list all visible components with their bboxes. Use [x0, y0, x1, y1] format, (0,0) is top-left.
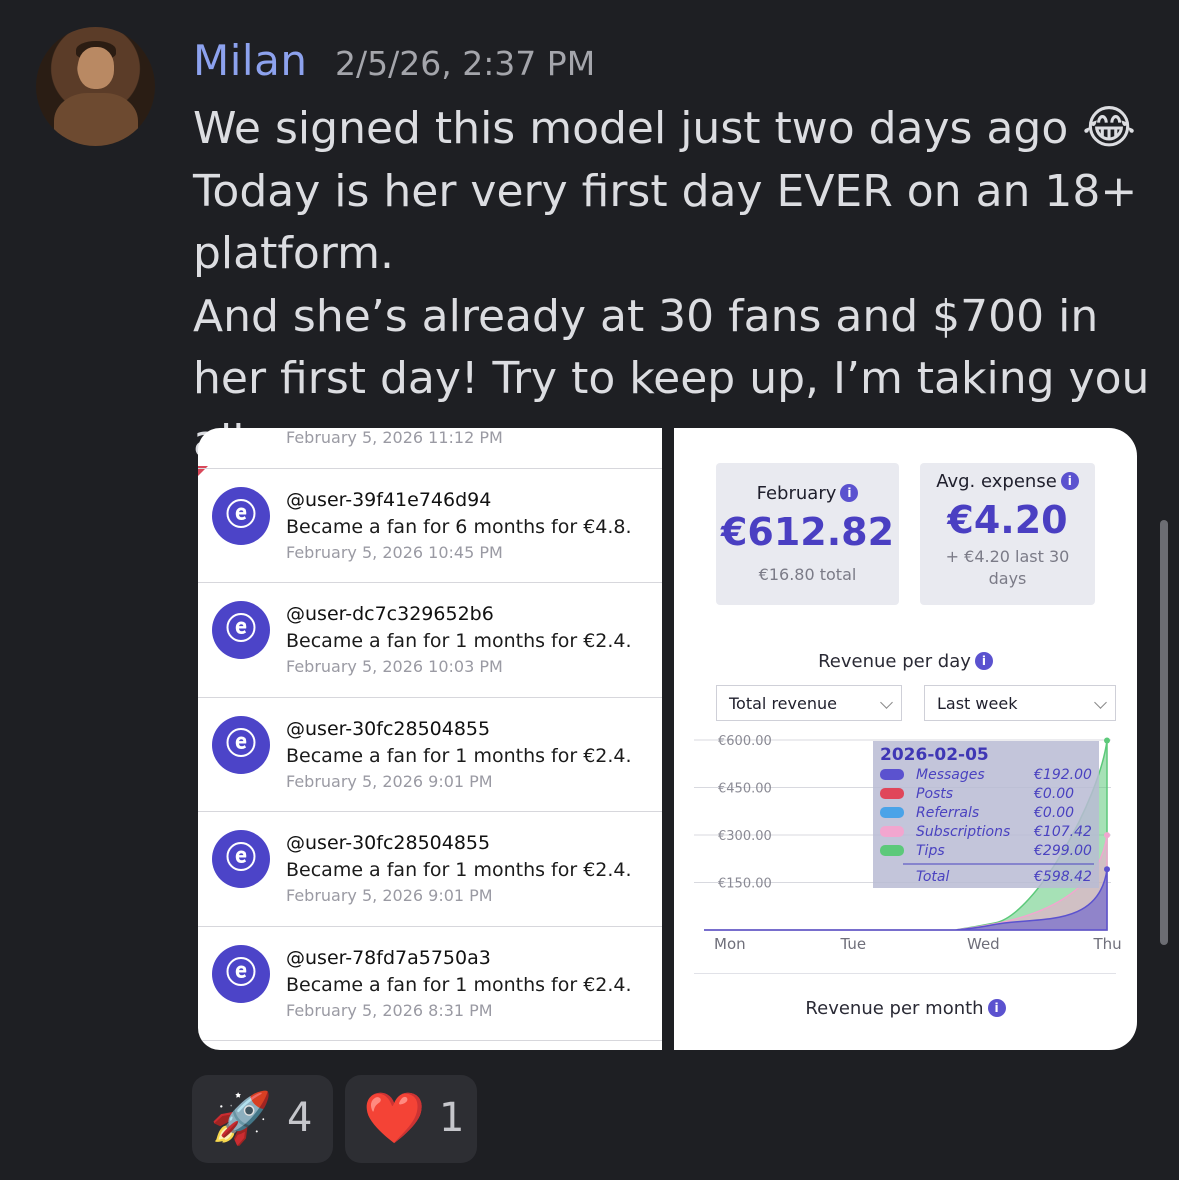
info-icon: i [840, 484, 859, 502]
period-value: Last week [937, 694, 1018, 713]
avatar-face [78, 47, 114, 89]
x-tick-label: Wed [967, 935, 1000, 953]
fan-description: Became a fan for 1 months for €2.4. [286, 630, 632, 652]
reaction-count: 4 [287, 1095, 313, 1141]
fan-date: February 5, 2026 9:01 PM [286, 772, 493, 791]
x-tick-label: Thu [1093, 935, 1122, 953]
card-title: February i [716, 483, 899, 504]
chevron-down-icon [1094, 696, 1107, 709]
rocket-icon: 🚀 [210, 1089, 273, 1147]
card-title: Avg. expense i [920, 471, 1095, 492]
chat-scrollbar[interactable] [1160, 520, 1168, 945]
tooltip-label: Subscriptions [916, 824, 1010, 840]
tooltip-legend-swatch [880, 826, 904, 837]
fan-date: February 5, 2026 10:03 PM [286, 657, 503, 676]
y-tick-label: €600.00 [718, 734, 772, 749]
info-icon: i [987, 999, 1006, 1017]
reaction-count: 1 [439, 1095, 465, 1141]
fan-list-item: ⓔ @user-dc7c329652b6 Became a fan for 1 … [198, 582, 662, 697]
reaction-rocket-button[interactable]: 🚀 4 [192, 1075, 333, 1163]
revenue-metric-select[interactable]: Total revenue [716, 685, 902, 721]
tooltip-label: Posts [916, 786, 953, 802]
attachment-revenue-screenshot[interactable]: February i €612.82 €16.80 total Avg. expe… [674, 428, 1137, 1050]
x-tick-label: Tue [840, 935, 867, 953]
tooltip-label: Tips [916, 843, 945, 859]
tooltip-total-value: €598.42 [1033, 869, 1092, 885]
avatar-body [54, 93, 138, 146]
tooltip-label: Messages [916, 767, 985, 783]
avg-expense-change: + €4.20 last 30 days [945, 547, 1070, 588]
revenue-per-day-title: Revenue per day i [674, 651, 1137, 672]
tooltip-value: €107.42 [1033, 824, 1092, 840]
fan-username: @user-30fc28504855 [286, 832, 491, 854]
info-icon: i [974, 652, 993, 670]
tooltip-label: Referrals [916, 805, 979, 821]
tooltip-legend-swatch [880, 788, 904, 799]
revenue-metric-value: Total revenue [729, 694, 837, 713]
message-line-1: We signed this model just two days ago [193, 103, 1069, 154]
reaction-heart-button[interactable]: ❤️ 1 [345, 1075, 477, 1163]
fan-description: Became a fan for 1 months for €2.4. [286, 745, 632, 767]
fan-username: @user-dc7c329652b6 [286, 603, 494, 625]
fan-list-item: ⓔ @user-78fd7a5750a3 Became a fan for 1 … [198, 926, 662, 1041]
fan-date: February 5, 2026 8:31 PM [286, 1001, 493, 1020]
february-earnings-card: February i €612.82 €16.80 total [716, 463, 899, 605]
author-avatar[interactable] [36, 27, 155, 146]
tooltip-legend-swatch [880, 769, 904, 780]
tooltip-legend-swatch [880, 807, 904, 818]
avg-expense-value: €4.20 [947, 498, 1068, 542]
attachment-fans-screenshot[interactable]: February 5, 2026 11:12 PM ⓔ @user-39f41e… [198, 428, 662, 1050]
platform-logo-icon: ⓔ [212, 716, 270, 774]
platform-logo-icon: ⓔ [212, 487, 270, 545]
fan-date: February 5, 2026 9:01 PM [286, 886, 493, 905]
info-icon: i [1060, 472, 1079, 490]
fan-description: Became a fan for 1 months for €2.4. [286, 859, 632, 881]
platform-logo-icon: ⓔ [212, 945, 270, 1003]
tooltip-value: €0.00 [1033, 805, 1074, 821]
fan-list-item: ⓔ @user-30fc28504855 Became a fan for 1 … [198, 697, 662, 812]
data-point [1104, 832, 1110, 839]
data-point [1104, 737, 1110, 744]
fan-description: Became a fan for 1 months for €2.4. [286, 974, 632, 996]
y-tick-label: €300.00 [718, 829, 772, 844]
fan-date: February 5, 2026 10:45 PM [286, 543, 503, 562]
author-name[interactable]: Milan [193, 36, 307, 85]
fan-username: @user-30fc28504855 [286, 718, 491, 740]
laughing-emoji-icon: 😂 [1082, 100, 1137, 154]
y-tick-label: €450.00 [718, 782, 772, 797]
avg-expense-card: Avg. expense i €4.20 + €4.20 last 30 days [920, 463, 1095, 605]
fan-description: Became a fan for 6 months for €4.8. [286, 516, 632, 538]
platform-logo-icon: ⓔ [212, 601, 270, 659]
revenue-per-month-title: Revenue per month i [674, 998, 1137, 1019]
chevron-down-icon [880, 696, 893, 709]
fan-username: @user-39f41e746d94 [286, 489, 492, 511]
tooltip-legend-swatch [880, 845, 904, 856]
tooltip-value: €192.00 [1033, 767, 1092, 783]
revenue-per-day-chart[interactable]: €600.00 €450.00 €300.00 €150.00 Mon Tue Wed Thu… [674, 728, 1137, 968]
fan-username: @user-78fd7a5750a3 [286, 947, 491, 969]
tooltip-value: €0.00 [1033, 786, 1074, 802]
period-select[interactable]: Last week [924, 685, 1116, 721]
february-total: €16.80 total [758, 565, 857, 584]
platform-logo-icon: ⓔ [212, 830, 270, 888]
heart-icon: ❤️ [363, 1089, 426, 1147]
x-tick-label: Mon [714, 935, 746, 953]
february-value: €612.82 [720, 510, 895, 554]
data-point [1104, 866, 1110, 873]
y-tick-label: €150.00 [718, 877, 772, 892]
tooltip-value: €299.00 [1033, 843, 1092, 859]
fan-list-item [198, 1040, 662, 1050]
fan-list-item: ⓔ @user-30fc28504855 Became a fan for 1 … [198, 811, 662, 926]
fan-list-item: ⓔ @user-39f41e746d94 Became a fan for 6 … [198, 468, 662, 583]
section-divider [694, 973, 1116, 974]
message-line-2: Today is her very first day EVER on an 1… [193, 165, 1138, 280]
fan-list-top-date: February 5, 2026 11:12 PM [286, 428, 503, 447]
message-body: We signed this model just two days ago 😂… [193, 96, 1153, 473]
tooltip-date: 2026-02-05 [880, 745, 989, 765]
message-timestamp: 2/5/26, 2:37 PM [335, 44, 596, 83]
tooltip-total-label: Total [916, 869, 949, 885]
